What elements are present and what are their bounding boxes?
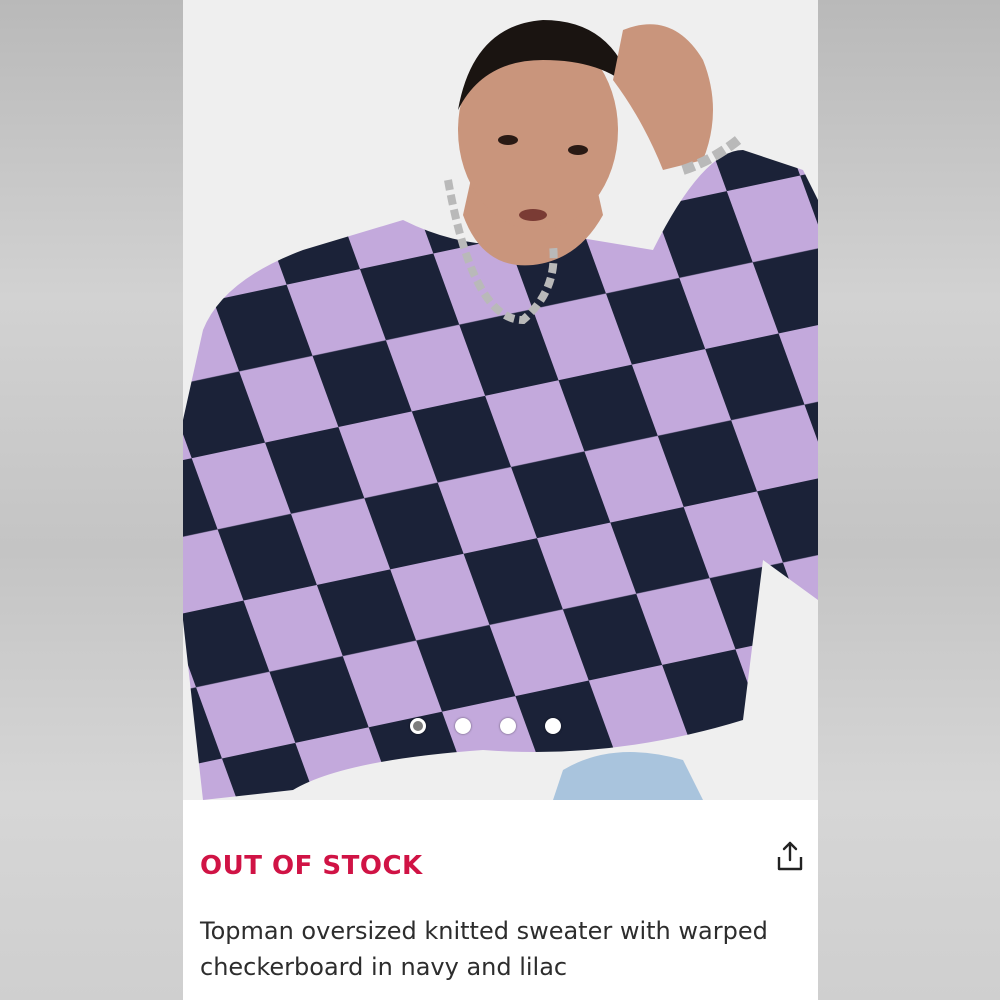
carousel-dot-1[interactable] <box>410 718 426 734</box>
carousel-dot-3[interactable] <box>500 718 516 734</box>
product-image-carousel[interactable] <box>183 0 818 800</box>
share-button[interactable] <box>773 838 807 874</box>
stock-status-label: OUT OF STOCK <box>200 851 423 881</box>
carousel-pagination <box>410 716 561 736</box>
product-title: Topman oversized knitted sweater with wa… <box>200 917 768 981</box>
carousel-dot-2[interactable] <box>455 718 471 734</box>
left-blur-gutter <box>0 0 183 1000</box>
product-card: OUT OF STOCK Topman oversized knitted sw… <box>183 0 818 1000</box>
carousel-dot-4[interactable] <box>545 718 561 734</box>
right-blur-gutter <box>818 0 1000 1000</box>
product-photo <box>183 0 818 800</box>
share-icon <box>777 841 803 871</box>
